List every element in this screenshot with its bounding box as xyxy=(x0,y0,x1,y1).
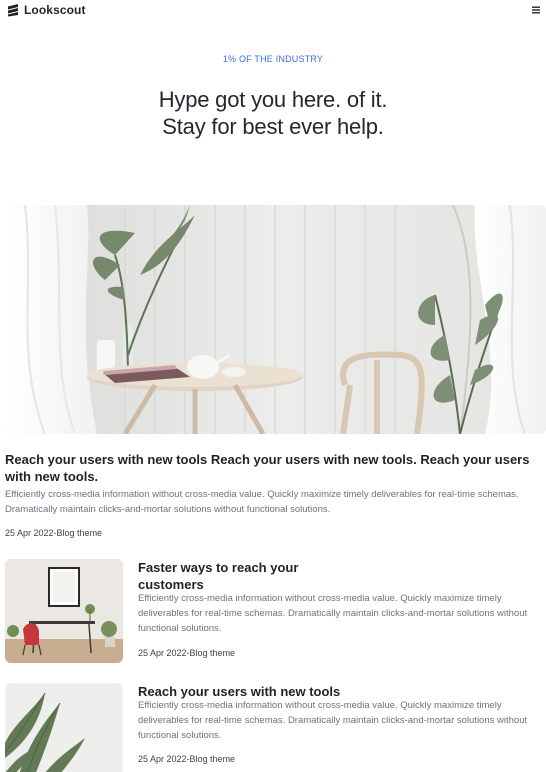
featured-post-description: Efficiently cross-media information with… xyxy=(5,489,519,515)
list-item[interactable]: Reach your users with new tools Efficien… xyxy=(5,683,546,772)
post-title[interactable]: Faster ways to reach your customers xyxy=(138,559,338,593)
featured-post-title[interactable]: Reach your users with new tools Reach yo… xyxy=(5,451,541,485)
hero-eyebrow: 1% OF THE INDUSTRY xyxy=(222,54,324,64)
list-item[interactable]: Faster ways to reach your customers Effi… xyxy=(5,559,546,663)
post-thumbnail[interactable] xyxy=(5,683,123,772)
headline-line-2: Stay for best ever help. xyxy=(162,114,384,139)
headline-line-1: Hype got you here. of it. xyxy=(158,87,388,112)
hero-headline: Hype got you here. of it. Stay for best … xyxy=(0,86,546,140)
brand-name: Lookscout xyxy=(24,3,86,17)
hamburger-menu-icon[interactable] xyxy=(530,4,542,16)
featured-image[interactable] xyxy=(5,205,546,434)
featured-post-meta: 25 Apr 2022-Blog theme xyxy=(5,528,103,538)
room-desk-image xyxy=(5,559,123,663)
interior-photo-image xyxy=(5,205,546,434)
post-description: Efficiently cross-media information with… xyxy=(138,700,528,741)
brand-logo[interactable]: Lookscout xyxy=(6,3,86,17)
plant-leaves-image xyxy=(5,683,123,772)
post-description: Efficiently cross-media information with… xyxy=(138,593,528,634)
post-thumbnail[interactable] xyxy=(5,559,123,663)
logo-icon xyxy=(8,4,18,17)
post-meta: 25 Apr 2022-Blog theme xyxy=(138,648,236,658)
post-meta: 25 Apr 2022-Blog theme xyxy=(138,754,236,764)
site-header: Lookscout xyxy=(0,0,546,22)
